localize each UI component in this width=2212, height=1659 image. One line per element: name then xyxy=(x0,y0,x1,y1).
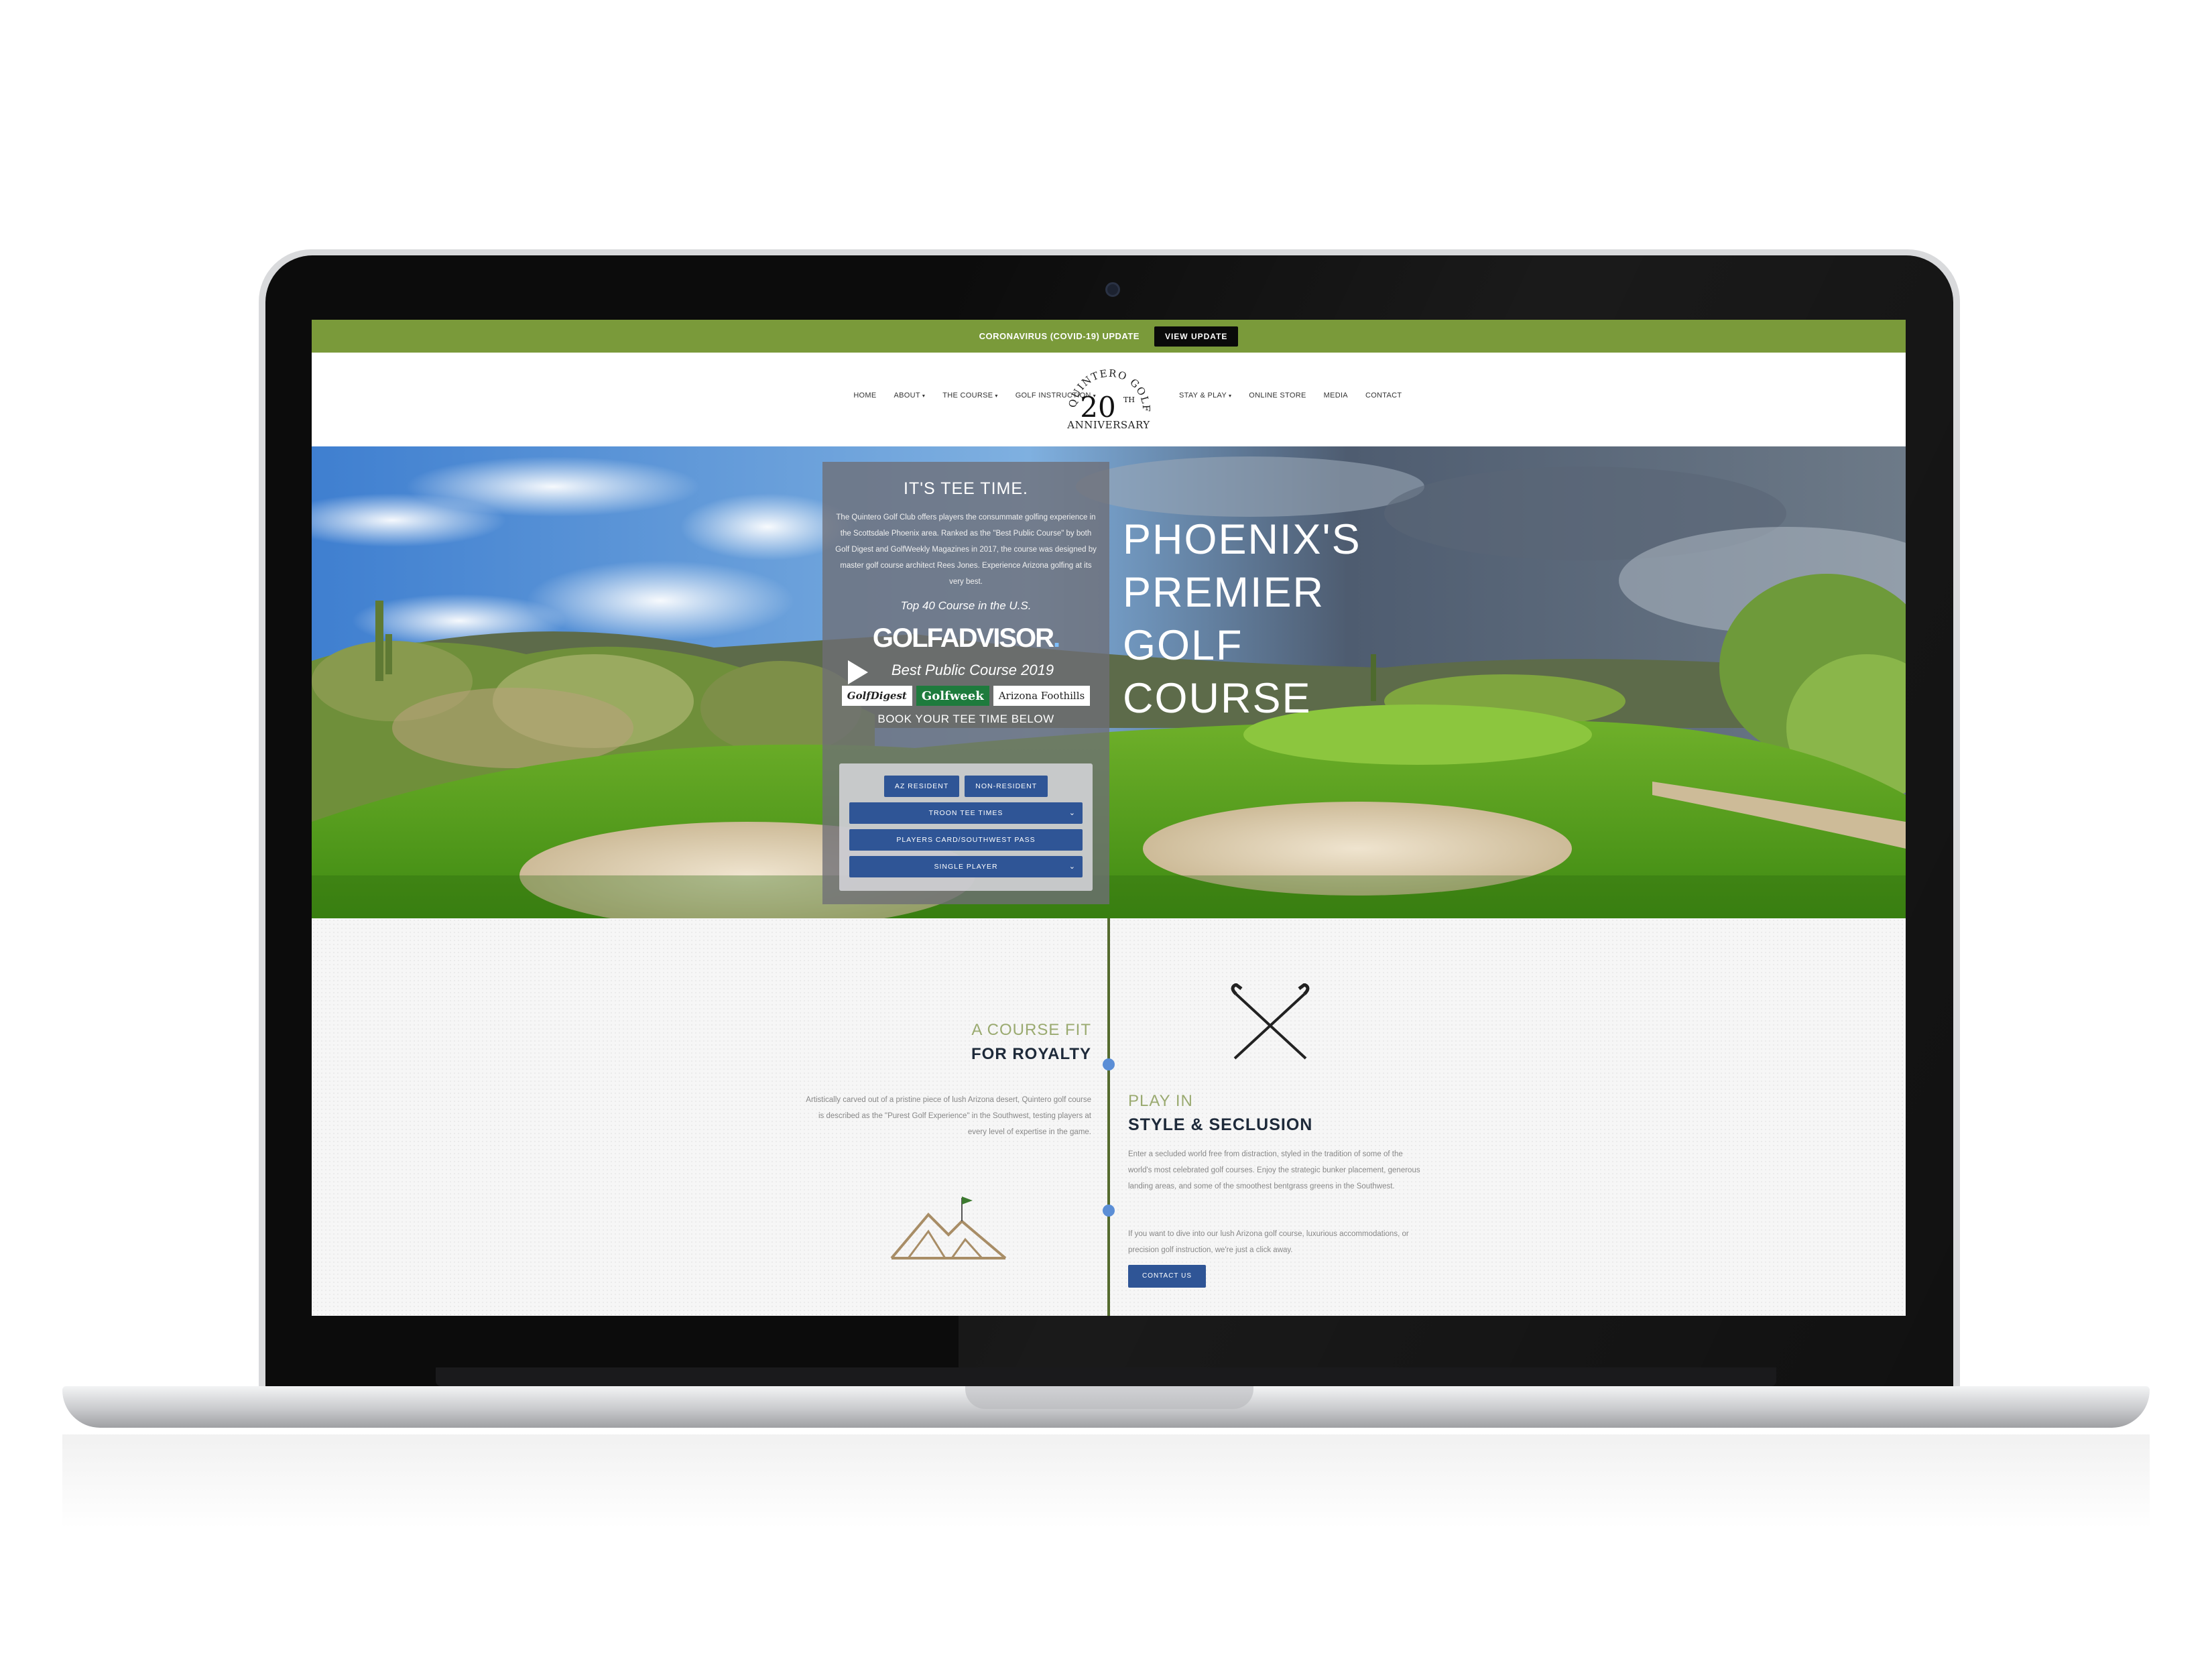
style-subtitle: PLAY IN xyxy=(1128,1092,1193,1110)
headline-line-3: GOLF xyxy=(1123,622,1243,669)
nav-right: STAY & PLAY ▾ ONLINE STORE MEDIA CONTACT xyxy=(1179,391,1402,400)
website-screen: CORONAVIRUS (COVID-19) UPDATE VIEW UPDAT… xyxy=(312,320,1906,1316)
headline-line-4: COURSE xyxy=(1123,675,1312,722)
hero-headline: PHOENIX'S PREMIER GOLF COURSE xyxy=(1123,513,1361,725)
royalty-subtitle: A COURSE FIT xyxy=(971,1021,1091,1039)
nav-media-label: MEDIA xyxy=(1323,391,1348,400)
nav-contact[interactable]: CONTACT xyxy=(1365,391,1402,400)
chevron-down-icon: ⌄ xyxy=(1068,809,1076,817)
magazine-logos: GolfDigest Golfweek Arizona Foothills xyxy=(822,686,1109,706)
laptop-notch xyxy=(965,1386,1253,1409)
non-resident-tab[interactable]: NON-RESIDENT xyxy=(965,776,1048,797)
crossed-golf-clubs-icon xyxy=(1231,983,1310,1060)
laptop-reflection xyxy=(62,1434,2150,1528)
troon-tee-times-label: TROON TEE TIMES xyxy=(928,809,1003,817)
caret-down-icon: ▾ xyxy=(922,393,926,399)
site-header: HOME ABOUT ▾ THE COURSE ▾ GOLF INSTRUCTION… xyxy=(312,349,1906,446)
headline-line-2: PREMIER xyxy=(1123,569,1325,616)
golfadvisor-logo: GOLFADVISOR. xyxy=(872,623,1060,653)
nav-stay-play-label: STAY & PLAY xyxy=(1179,391,1227,400)
golfadvisor-text: GOLFADVISOR xyxy=(872,623,1054,653)
webcam xyxy=(1105,282,1120,297)
nav-online-store-label: ONLINE STORE xyxy=(1249,391,1306,400)
nav-home-label: HOME xyxy=(853,391,877,400)
best-public-row: Best Public Course 2019 xyxy=(822,659,1109,684)
laptop-hinge xyxy=(436,1367,1776,1386)
nav-home[interactable]: HOME xyxy=(853,391,876,400)
nav-the-course-label: THE COURSE xyxy=(942,391,993,400)
style-description-2: If you want to dive into our lush Arizon… xyxy=(1128,1230,1409,1254)
players-card-label: PLAYERS CARD/SOUTHWEST PASS xyxy=(896,836,1036,844)
caret-down-icon: ▾ xyxy=(1228,393,1232,399)
hero-section: IT'S TEE TIME. The Quintero Golf Club of… xyxy=(312,446,1906,918)
nav-media[interactable]: MEDIA xyxy=(1324,391,1348,400)
covid-banner: CORONAVIRUS (COVID-19) UPDATE VIEW UPDAT… xyxy=(312,320,1906,353)
nav-online-store[interactable]: ONLINE STORE xyxy=(1249,391,1306,400)
top40-text: Top 40 Course in the U.S. xyxy=(900,599,1032,612)
headline-line-1: PHOENIX'S xyxy=(1123,516,1361,563)
troon-tee-times-select[interactable]: TROON TEE TIMES ⌄ xyxy=(849,802,1083,824)
nav-stay-play[interactable]: STAY & PLAY ▾ xyxy=(1179,391,1231,400)
golfweek-logo: Golfweek xyxy=(916,686,989,706)
view-update-button[interactable]: VIEW UPDATE xyxy=(1154,326,1239,347)
caret-down-icon: ▾ xyxy=(995,393,998,399)
logo-suffix: TH xyxy=(1123,395,1135,404)
covid-banner-text: CORONAVIRUS (COVID-19) UPDATE xyxy=(979,331,1140,341)
timeline-dot xyxy=(1103,1058,1115,1070)
mountain-flag-icon xyxy=(890,1196,1007,1259)
nav-about-label: ABOUT xyxy=(894,391,920,400)
royalty-title: FOR ROYALTY xyxy=(971,1045,1091,1063)
nav-about[interactable]: ABOUT ▾ xyxy=(894,391,926,400)
tee-time-panel: IT'S TEE TIME. The Quintero Golf Club of… xyxy=(822,462,1109,904)
chevron-down-icon: ⌄ xyxy=(1068,863,1076,871)
nav-the-course[interactable]: THE COURSE ▾ xyxy=(942,391,997,400)
az-resident-tab[interactable]: AZ RESIDENT xyxy=(883,776,960,797)
golf-digest-logo: GolfDigest xyxy=(841,686,912,706)
timeline-dot xyxy=(1103,1205,1115,1217)
royalty-description: Artistically carved out of a pristine pi… xyxy=(806,1096,1091,1136)
logo-anniversary: ANNIVERSARY xyxy=(1067,419,1150,431)
single-player-select[interactable]: SINGLE PLAYER ⌄ xyxy=(849,856,1083,877)
style-description: Enter a secluded world free from distrac… xyxy=(1128,1150,1420,1190)
arizona-foothills-logo: Arizona Foothills xyxy=(993,686,1091,706)
players-card-button[interactable]: PLAYERS CARD/SOUTHWEST PASS xyxy=(849,829,1083,851)
residency-tabs: AZ RESIDENT NON-RESIDENT xyxy=(839,776,1093,797)
play-icon[interactable] xyxy=(848,660,868,684)
booking-box: AZ RESIDENT NON-RESIDENT TROON TEE TIMES… xyxy=(839,763,1093,891)
book-tee-time-text: BOOK YOUR TEE TIME BELOW xyxy=(877,713,1054,725)
nav-contact-label: CONTACT xyxy=(1365,391,1402,400)
tee-time-title: IT'S TEE TIME. xyxy=(904,479,1028,498)
timeline-divider xyxy=(1107,918,1110,1316)
single-player-label: SINGLE PLAYER xyxy=(934,863,998,871)
contact-us-button[interactable]: CONTACT US xyxy=(1128,1265,1206,1288)
tee-time-description: The Quintero Golf Club offers players th… xyxy=(835,513,1097,586)
style-title: STYLE & SECLUSION xyxy=(1128,1115,1313,1134)
